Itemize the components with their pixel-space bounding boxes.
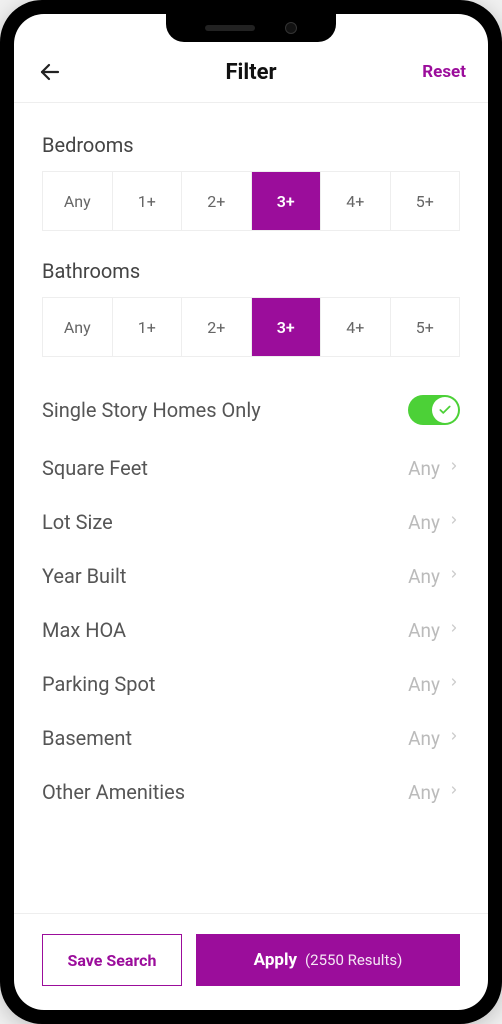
bathrooms-option[interactable]: 4+ [321, 298, 391, 356]
filter-row[interactable]: Year Built Any [42, 549, 460, 603]
apply-button[interactable]: Apply (2550 Results) [196, 934, 460, 986]
screen: Filter Reset Bedrooms Any1+2+3+4+5+ Bath… [14, 14, 488, 1010]
row-value: Any [408, 727, 440, 750]
filter-row[interactable]: Lot Size Any [42, 495, 460, 549]
chevron-right-icon [448, 781, 460, 803]
single-story-label: Single Story Homes Only [42, 398, 261, 422]
row-value: Any [408, 457, 440, 480]
chevron-right-icon [448, 511, 460, 533]
bathrooms-option[interactable]: 3+ [252, 298, 322, 356]
front-camera [285, 22, 297, 34]
bedrooms-segmented: Any1+2+3+4+5+ [42, 171, 460, 231]
bedrooms-option[interactable]: 2+ [182, 172, 252, 230]
bathrooms-option[interactable]: 5+ [391, 298, 460, 356]
row-value: Any [408, 565, 440, 588]
bathrooms-option[interactable]: Any [43, 298, 113, 356]
bedrooms-label: Bedrooms [42, 133, 460, 157]
bedrooms-option[interactable]: 3+ [252, 172, 322, 230]
row-value: Any [408, 781, 440, 804]
row-right: Any [408, 781, 460, 804]
row-right: Any [408, 727, 460, 750]
row-value: Any [408, 673, 440, 696]
bathrooms-option[interactable]: 2+ [182, 298, 252, 356]
chevron-right-icon [448, 565, 460, 587]
arrow-left-icon [38, 60, 62, 84]
chevron-right-icon [448, 673, 460, 695]
row-label: Year Built [42, 564, 126, 588]
bedrooms-option[interactable]: Any [43, 172, 113, 230]
bedrooms-option[interactable]: 1+ [113, 172, 183, 230]
check-icon [438, 403, 452, 417]
filter-row[interactable]: Basement Any [42, 711, 460, 765]
row-label: Basement [42, 726, 132, 750]
filter-row[interactable]: Parking Spot Any [42, 657, 460, 711]
row-label: Max HOA [42, 618, 126, 642]
row-right: Any [408, 511, 460, 534]
filter-row[interactable]: Max HOA Any [42, 603, 460, 657]
row-value: Any [408, 511, 440, 534]
single-story-toggle[interactable] [408, 395, 460, 425]
row-value: Any [408, 619, 440, 642]
bedrooms-option[interactable]: 5+ [391, 172, 460, 230]
filter-rows: Square FeetAnyLot SizeAnyYear BuiltAnyMa… [42, 441, 460, 819]
bathrooms-option[interactable]: 1+ [113, 298, 183, 356]
page-title: Filter [225, 60, 276, 85]
row-right: Any [408, 565, 460, 588]
apply-results-count: (2550 Results) [305, 951, 402, 969]
content-area: Bedrooms Any1+2+3+4+5+ Bathrooms Any1+2+… [14, 103, 488, 913]
row-label: Lot Size [42, 510, 113, 534]
chevron-right-icon [448, 727, 460, 749]
speaker-grille [205, 25, 255, 31]
chevron-right-icon [448, 457, 460, 479]
row-right: Any [408, 619, 460, 642]
row-right: Any [408, 457, 460, 480]
reset-button[interactable]: Reset [422, 62, 466, 82]
footer-bar: Save Search Apply (2550 Results) [14, 913, 488, 1010]
bathrooms-segmented: Any1+2+3+4+5+ [42, 297, 460, 357]
row-label: Square Feet [42, 456, 148, 480]
save-search-button[interactable]: Save Search [42, 934, 182, 986]
row-right: Any [408, 673, 460, 696]
chevron-right-icon [448, 619, 460, 641]
toggle-knob [432, 397, 458, 423]
notch [166, 14, 336, 42]
bathrooms-label: Bathrooms [42, 259, 460, 283]
filter-row[interactable]: Square Feet Any [42, 441, 460, 495]
single-story-row: Single Story Homes Only [42, 385, 460, 441]
phone-frame: Filter Reset Bedrooms Any1+2+3+4+5+ Bath… [0, 0, 502, 1024]
row-label: Parking Spot [42, 672, 155, 696]
bedrooms-option[interactable]: 4+ [321, 172, 391, 230]
back-button[interactable] [36, 58, 64, 86]
filter-row[interactable]: Other Amenities Any [42, 765, 460, 819]
apply-label: Apply [254, 950, 297, 970]
row-label: Other Amenities [42, 780, 185, 804]
